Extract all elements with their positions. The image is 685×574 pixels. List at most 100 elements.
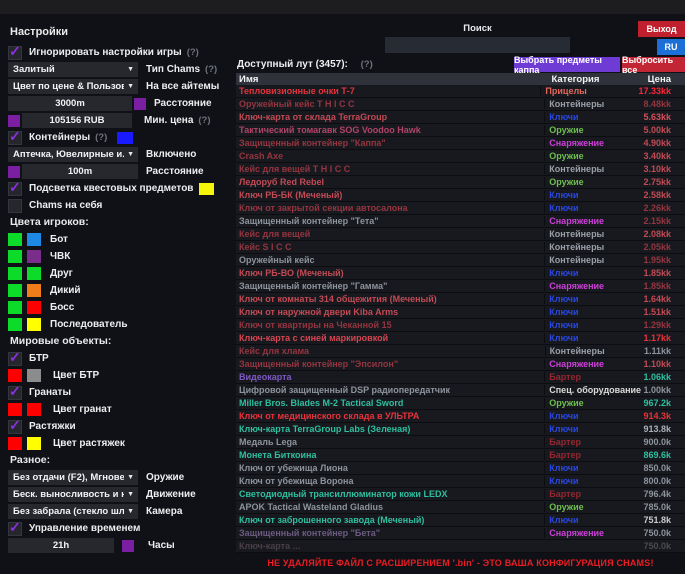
- player-color-row: Бот: [8, 232, 234, 247]
- containers-checkbox[interactable]: [8, 131, 22, 145]
- hours-input[interactable]: 21h: [8, 538, 114, 553]
- apply-items-dropdown[interactable]: Цвет по цене & Пользователь ▼: [8, 79, 138, 94]
- min-price-input[interactable]: 105156 RUB: [22, 113, 132, 128]
- table-row[interactable]: Монета Биткоина Бартер 869.6k: [236, 449, 685, 462]
- table-row[interactable]: Crash Axe Оружие 3.40kk: [236, 150, 685, 163]
- table-row[interactable]: Ключ-карта ... 750.0k: [236, 540, 685, 553]
- table-row[interactable]: Оружейный кейс T H I C C Контейнеры 8.48…: [236, 98, 685, 111]
- table-row[interactable]: Ключ-карта TerraGroup Labs (Зеленая) Клю…: [236, 423, 685, 436]
- table-row[interactable]: Медаль Lega Бартер 900.0k: [236, 436, 685, 449]
- table-row[interactable]: APOK Tactical Wasteland Gladius Оружие 7…: [236, 501, 685, 514]
- table-row[interactable]: Цифровой защищенный DSP радиопередатчик …: [236, 384, 685, 397]
- loot-table-header: Имя Категория Цена: [236, 73, 685, 85]
- exit-button[interactable]: Выход: [638, 21, 685, 37]
- table-row[interactable]: Ключ от убежища Ворона Ключи 800.0k: [236, 475, 685, 488]
- table-row[interactable]: Ключ от заброшенного завода (Меченый) Кл…: [236, 514, 685, 527]
- table-row[interactable]: Защищенный контейнер "Бета" Снаряжение 7…: [236, 527, 685, 540]
- min-price-color-swatch[interactable]: [8, 115, 20, 127]
- distance-row: 3000m Расстояние: [8, 96, 234, 111]
- player-color-swatch-1[interactable]: [8, 318, 22, 331]
- misc-dropdown[interactable]: Беск. выносливость и нет уста ▼: [8, 487, 138, 502]
- column-header-name[interactable]: Имя: [236, 74, 547, 85]
- world-color-swatch-1[interactable]: [8, 437, 22, 450]
- help-icon[interactable]: (?): [187, 47, 199, 58]
- world-objects-list: БТР Цвет БТР Гранаты Цвет гранат: [8, 351, 234, 451]
- table-row[interactable]: Защищенный контейнер "Тета" Снаряжение 2…: [236, 215, 685, 228]
- misc-dropdown[interactable]: Без забрала (стекло шлема) ▼: [8, 504, 138, 519]
- player-color-swatch-1[interactable]: [8, 284, 22, 297]
- player-color-label: Босс: [50, 302, 74, 313]
- table-row[interactable]: Ключ от комнаты 314 общежития (Меченый) …: [236, 293, 685, 306]
- distance-input[interactable]: 3000m: [8, 96, 132, 111]
- world-object-checkbox[interactable]: [8, 386, 22, 400]
- player-color-swatch-2[interactable]: [27, 301, 41, 314]
- player-color-swatch-2[interactable]: [27, 318, 41, 331]
- hours-color-swatch[interactable]: [122, 540, 134, 552]
- table-row[interactable]: Тепловизионные очки Т-7 Прицелы 17.33kk: [236, 85, 685, 98]
- containers-color-swatch[interactable]: [117, 132, 133, 144]
- table-row[interactable]: Кейс S I C C Контейнеры 2.05kk: [236, 241, 685, 254]
- table-row[interactable]: Кейс для вещей Контейнеры 2.08kk: [236, 228, 685, 241]
- search-input[interactable]: [385, 37, 570, 53]
- help-icon[interactable]: (?): [361, 59, 373, 70]
- chams-self-checkbox[interactable]: [8, 199, 22, 213]
- quest-highlight-checkbox[interactable]: [8, 182, 22, 196]
- world-object-checkbox[interactable]: [8, 420, 22, 434]
- player-color-swatch-2[interactable]: [27, 267, 41, 280]
- table-row[interactable]: Ключ от закрытой секции автосалона Ключи…: [236, 202, 685, 215]
- player-color-swatch-1[interactable]: [8, 301, 22, 314]
- item-name: Crash Axe: [236, 151, 544, 161]
- chams-type-dropdown[interactable]: Залитый ▼: [8, 62, 138, 77]
- table-row[interactable]: Ключ от убежища Лиона Ключи 850.0k: [236, 462, 685, 475]
- table-row[interactable]: Ключ РБ-ВО (Меченый) Ключи 1.85kk: [236, 267, 685, 280]
- help-icon[interactable]: (?): [205, 64, 217, 75]
- world-color-swatch-2[interactable]: [27, 369, 41, 382]
- table-row[interactable]: Ключ от квартиры на Чеканной 15 Ключи 1.…: [236, 319, 685, 332]
- help-icon[interactable]: (?): [198, 115, 210, 126]
- table-row[interactable]: Защищенный контейнер "Каппа" Снаряжение …: [236, 137, 685, 150]
- table-row[interactable]: Ключ от наружной двери Kiba Arms Ключи 1…: [236, 306, 685, 319]
- player-color-swatch-2[interactable]: [27, 233, 41, 246]
- table-row[interactable]: Ключ от медицинского склада в УЛЬТРА Клю…: [236, 410, 685, 423]
- world-color-swatch-1[interactable]: [8, 369, 22, 382]
- column-header-category[interactable]: Категория: [547, 74, 647, 85]
- help-icon[interactable]: (?): [95, 132, 107, 143]
- table-row[interactable]: Miller Bros. Blades M-2 Tactical Sword О…: [236, 397, 685, 410]
- drop-all-button[interactable]: Выбросить все: [622, 57, 685, 72]
- player-color-swatch-1[interactable]: [8, 250, 22, 263]
- item-price: 2.05kk: [643, 242, 685, 252]
- filter-distance-color-swatch[interactable]: [8, 166, 20, 178]
- world-object-checkbox[interactable]: [8, 352, 22, 366]
- misc-dropdown[interactable]: Без отдачи (F2), Мгновенное п ▼: [8, 470, 138, 485]
- table-row[interactable]: Ключ-карта от склада TerraGroup Ключи 5.…: [236, 111, 685, 124]
- filter-distance-input[interactable]: 100m: [22, 164, 138, 179]
- table-row[interactable]: Защищенный контейнер "Эпсилон" Снаряжени…: [236, 358, 685, 371]
- table-row[interactable]: Светодиодный трансиллюминатор кожи LEDX …: [236, 488, 685, 501]
- player-color-swatch-1[interactable]: [8, 233, 22, 246]
- time-control-checkbox[interactable]: [8, 522, 22, 536]
- table-row[interactable]: Видеокарта Бартер 1.06kk: [236, 371, 685, 384]
- table-row[interactable]: Кейс для вещей T H I C C Контейнеры 3.10…: [236, 163, 685, 176]
- distance-color-swatch[interactable]: [134, 98, 146, 110]
- world-color-swatch-2[interactable]: [27, 437, 41, 450]
- table-row[interactable]: Ледоруб Red Rebel Оружие 2.75kk: [236, 176, 685, 189]
- world-color-swatch-1[interactable]: [8, 403, 22, 416]
- misc-dropdown-value: Без отдачи (F2), Мгновенное п: [13, 472, 124, 483]
- world-objects-title: Мировые объекты:: [10, 335, 234, 347]
- column-header-price[interactable]: Цена: [648, 74, 685, 85]
- quest-highlight-color-swatch[interactable]: [199, 183, 214, 195]
- item-filter-dropdown[interactable]: Аптечка, Ювелирные и... ▼: [8, 147, 138, 162]
- world-color-swatch-2[interactable]: [27, 403, 41, 416]
- table-row[interactable]: Оружейный кейс Контейнеры 1.95kk: [236, 254, 685, 267]
- table-row[interactable]: Защищенный контейнер "Гамма" Снаряжение …: [236, 280, 685, 293]
- player-color-swatch-1[interactable]: [8, 267, 22, 280]
- ignore-game-settings-checkbox[interactable]: [8, 46, 22, 60]
- language-button[interactable]: RU: [657, 39, 685, 55]
- select-kappa-items-button[interactable]: Выбрать предметы каппа: [514, 57, 620, 72]
- table-row[interactable]: Тактический томагавк SOG Voodoo Hawk Ору…: [236, 124, 685, 137]
- player-color-swatch-2[interactable]: [27, 284, 41, 297]
- player-color-swatch-2[interactable]: [27, 250, 41, 263]
- table-row[interactable]: Ключ РБ-БК (Меченый) Ключи 2.58kk: [236, 189, 685, 202]
- table-row[interactable]: Ключ-карта с синей маркировкой Ключи 1.1…: [236, 332, 685, 345]
- table-row[interactable]: Кейс для хлама Контейнеры 1.11kk: [236, 345, 685, 358]
